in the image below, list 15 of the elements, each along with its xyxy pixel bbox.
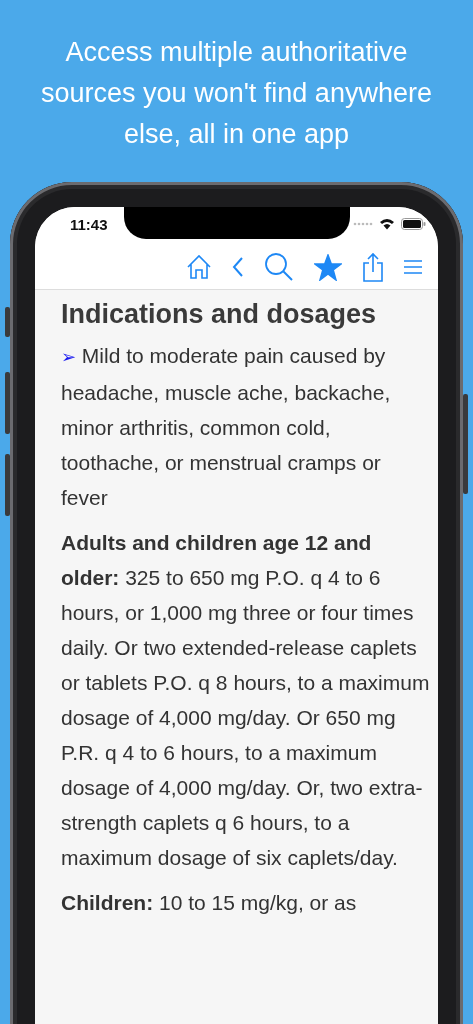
search-icon[interactable] bbox=[264, 252, 294, 282]
indication-text: ➢ Mild to moderate pain caused by headache, muscle ache, backache, minor arthritis, common cold, toothache, or menstrual cramps or fever bbox=[61, 343, 392, 511]
star-icon[interactable] bbox=[314, 253, 342, 281]
home-icon[interactable] bbox=[186, 254, 212, 280]
back-icon[interactable] bbox=[232, 256, 244, 278]
signal-icon bbox=[353, 222, 373, 226]
menu-icon[interactable] bbox=[404, 259, 422, 275]
share-icon[interactable] bbox=[362, 252, 384, 282]
section-title: Indications and dosages bbox=[61, 298, 378, 331]
dosage-paragraph: Adults and children age 12 and older: 325 to 650 mg P.O. q 4 to 6 hours, or 1,000 mg three or four times daily. Or two extended-release caplets or tablets P.O. q 8 hours, to a maximum dosage of 4,000 mg/day. Or 650 mg P.R. q 4 to 6 hours, to a maximum dosage of 4,000 mg/day. Or, two extra-strength caplets q 6 hours, to a maximum dosage of six caplets/day. bbox=[61, 530, 431, 871]
battery-icon bbox=[401, 218, 426, 230]
dosage-paragraph: Children: 10 to 15 mg/kg, or as bbox=[61, 890, 358, 916]
wifi-icon bbox=[379, 218, 395, 230]
headline: Access multiple authoritative sources you won't find anywhere else, all in one app bbox=[40, 36, 433, 151]
status-time: 11:43 bbox=[70, 215, 108, 233]
